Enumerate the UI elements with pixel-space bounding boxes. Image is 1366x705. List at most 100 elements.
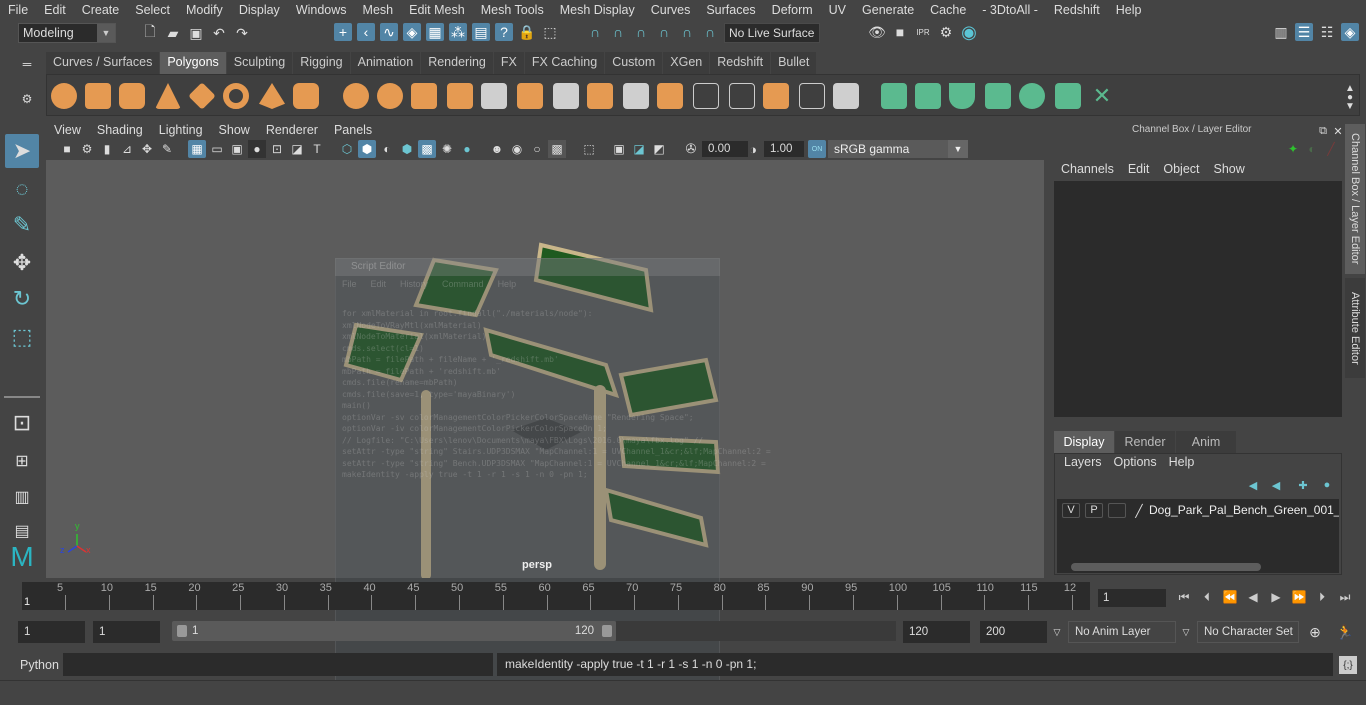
field-chart-icon[interactable]: ⊡	[268, 140, 286, 158]
menu-create[interactable]: Create	[74, 3, 128, 17]
shelf-tab-animation[interactable]: Animation	[350, 52, 421, 74]
snap-point-icon[interactable]: ∩	[632, 23, 650, 41]
wireframe-icon[interactable]: ⬡	[338, 140, 356, 158]
viewport-menu-shading[interactable]: Shading	[89, 123, 151, 137]
target-weld-icon[interactable]	[763, 83, 789, 109]
spherical-uv-icon[interactable]	[949, 83, 975, 109]
menu-edit-mesh[interactable]: Edit Mesh	[401, 3, 473, 17]
snap-live-icon[interactable]: ∩	[701, 23, 719, 41]
layer-tab-display[interactable]: Display	[1054, 431, 1114, 453]
menu-help[interactable]: Help	[1108, 3, 1150, 17]
range-handle-left[interactable]	[177, 625, 187, 637]
time-slider[interactable]	[22, 582, 1090, 610]
select-object-icon[interactable]: ‹	[357, 23, 375, 41]
smooth-icon[interactable]	[447, 83, 473, 109]
gamma-field[interactable]: 1.00	[764, 141, 804, 157]
grease-pencil-icon[interactable]: ✎	[158, 140, 176, 158]
bookmark-icon[interactable]: ▮	[98, 140, 116, 158]
channel-menu-channels[interactable]: Channels	[1054, 162, 1121, 176]
four-pane-layout-icon[interactable]: ⊞	[5, 444, 39, 478]
menu-windows[interactable]: Windows	[288, 3, 355, 17]
poly-pipe-icon[interactable]	[293, 83, 319, 109]
planar-uv-icon[interactable]	[881, 83, 907, 109]
select-face-icon[interactable]: ▦	[426, 23, 444, 41]
auto-key-icon[interactable]: ⊕	[1306, 623, 1324, 641]
layer-tab-anim[interactable]: Anim	[1176, 431, 1236, 453]
safe-title-icon[interactable]: T	[308, 140, 326, 158]
camera-icon[interactable]: ■	[58, 140, 76, 158]
layer-tab-render[interactable]: Render	[1115, 431, 1175, 453]
shelf-tab-fx[interactable]: FX	[493, 52, 524, 74]
tab-channel-box[interactable]: Channel Box / Layer Editor	[1345, 124, 1365, 274]
menu-3dtoall[interactable]: - 3DtoAll -	[974, 3, 1046, 17]
command-input[interactable]	[63, 653, 493, 676]
exposure-field[interactable]: 0.00	[702, 141, 748, 157]
shelf-scroll-down-icon[interactable]: ▼	[1341, 97, 1359, 115]
layer-type-toggle[interactable]	[1108, 503, 1126, 518]
shelf-tab-bullet[interactable]: Bullet	[771, 52, 817, 74]
textured-icon[interactable]: ▩	[418, 140, 436, 158]
snap-curve-icon[interactable]: ∩	[609, 23, 627, 41]
menu-redshift[interactable]: Redshift	[1046, 3, 1108, 17]
snap-view-icon[interactable]: ∩	[655, 23, 673, 41]
smooth-shade-icon[interactable]: ⬢	[358, 140, 376, 158]
hyperbolic-icon[interactable]: ╱	[1322, 140, 1340, 158]
character-set-dropdown[interactable]: No Character Set	[1197, 621, 1299, 643]
shelf-tab-curves-surfaces[interactable]: Curves / Surfaces	[46, 52, 160, 74]
channel-menu-edit[interactable]: Edit	[1121, 162, 1157, 176]
new-scene-icon[interactable]: 🗋	[141, 23, 159, 42]
viewport-menu-renderer[interactable]: Renderer	[258, 123, 326, 137]
shelf-menu-icon[interactable]: ═	[18, 55, 36, 73]
scale-tool-icon[interactable]: ⬚	[5, 320, 39, 354]
collapse-icon[interactable]	[799, 83, 825, 109]
current-frame-field[interactable]: 1	[1098, 589, 1166, 607]
mirror-icon[interactable]	[411, 83, 437, 109]
camera-attributes-icon[interactable]: ⚙	[78, 140, 96, 158]
viewport-menu-view[interactable]: View	[46, 123, 89, 137]
gate-mask-icon[interactable]: ●	[248, 140, 266, 158]
move-tool-icon[interactable]: ✥	[5, 246, 39, 280]
layer-hscroll[interactable]	[1057, 561, 1339, 573]
poly-pyramid-icon[interactable]	[259, 83, 285, 109]
shelf-tab-redshift[interactable]: Redshift	[710, 52, 771, 74]
layer-name[interactable]: Dog_Park_Pal_Bench_Green_001_layer	[1149, 503, 1339, 517]
poly-cube-icon[interactable]	[85, 83, 111, 109]
shelf-tab-polygons[interactable]: Polygons	[160, 52, 226, 74]
poly-plane-icon[interactable]	[188, 82, 216, 110]
shelf-tab-rigging[interactable]: Rigging	[293, 52, 350, 74]
film-gate-icon[interactable]: ▭	[208, 140, 226, 158]
menu-mesh-display[interactable]: Mesh Display	[552, 3, 643, 17]
open-scene-icon[interactable]: ▰	[164, 24, 182, 42]
menu-curves[interactable]: Curves	[643, 3, 699, 17]
menu-mesh[interactable]: Mesh	[355, 3, 402, 17]
step-back-frame-icon[interactable]: ⏴	[1198, 588, 1216, 606]
select-uv-icon[interactable]: ▤	[472, 23, 490, 41]
poly-sphere-icon[interactable]	[51, 83, 77, 109]
select-tool-icon[interactable]: ➤	[5, 134, 39, 168]
outliner-persp-layout-icon[interactable]: ▥	[5, 480, 39, 514]
layer-menu-layers[interactable]: Layers	[1058, 455, 1108, 469]
attribute-editor-toggle-icon[interactable]: ☰	[1295, 23, 1313, 41]
xray-joints-icon[interactable]: ▣	[610, 140, 628, 158]
bridge-icon[interactable]	[481, 83, 507, 109]
shelf-tab-rendering[interactable]: Rendering	[421, 52, 493, 74]
single-pane-layout-icon[interactable]: ⊡	[5, 406, 39, 440]
live-surface-field[interactable]: No Live Surface	[724, 23, 820, 43]
menu-cache[interactable]: Cache	[922, 3, 974, 17]
layer-menu-help[interactable]: Help	[1163, 455, 1201, 469]
separate-icon[interactable]	[377, 83, 403, 109]
layer-playback-toggle[interactable]: P	[1085, 503, 1103, 518]
fill-hole-icon[interactable]	[657, 83, 683, 109]
channel-menu-show[interactable]: Show	[1207, 162, 1252, 176]
exposure-icon[interactable]: ✇	[682, 140, 700, 158]
help-icon[interactable]: ?	[495, 23, 513, 41]
ambient-occlusion-icon[interactable]: ☻	[488, 140, 506, 158]
menu-select[interactable]: Select	[127, 3, 178, 17]
manipulator-icon[interactable]: ✦	[1284, 140, 1302, 158]
poly-torus-icon[interactable]	[223, 83, 249, 109]
channel-menu-object[interactable]: Object	[1156, 162, 1206, 176]
motion-blur-icon[interactable]: ◉	[508, 140, 526, 158]
colorspace-dropdown[interactable]: sRGB gamma ▼	[828, 140, 968, 158]
new-layer-selected-icon[interactable]: ●	[1318, 476, 1336, 494]
command-language-label[interactable]: Python	[20, 658, 59, 672]
